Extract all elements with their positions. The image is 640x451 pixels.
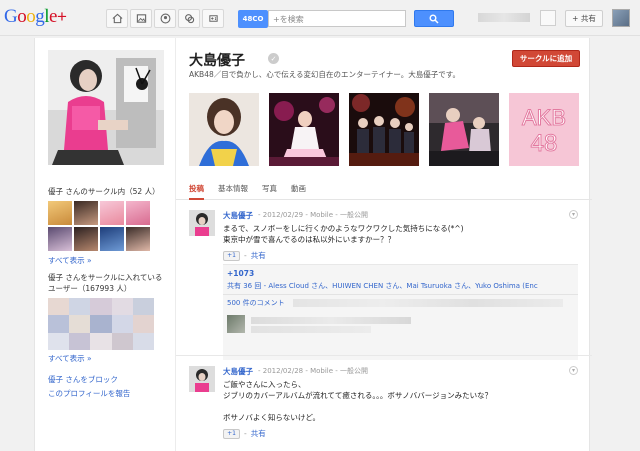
post-author-name[interactable]: 大島優子 bbox=[223, 366, 253, 377]
search-icon bbox=[429, 14, 439, 24]
commenter-avatar[interactable] bbox=[227, 315, 245, 333]
notification-badge[interactable]: 48CO bbox=[238, 10, 268, 28]
block-user-link[interactable]: 優子 さんをブロック bbox=[48, 374, 118, 385]
plus-one-button[interactable]: +1 bbox=[223, 428, 240, 439]
post-meta: - 2012/02/29 - Mobile - 一般公開 bbox=[258, 211, 369, 219]
plus-one-button[interactable]: +1 bbox=[223, 250, 240, 261]
user-avatar[interactable] bbox=[612, 9, 630, 27]
show-all-followers-link[interactable]: すべて表示 » bbox=[48, 353, 92, 364]
comment-preview-blurred bbox=[293, 299, 563, 307]
verified-check-icon: ✓ bbox=[268, 53, 279, 64]
games-icon[interactable] bbox=[202, 9, 224, 28]
search-button[interactable] bbox=[414, 10, 454, 27]
share-summary[interactable]: 共有 36 回 - Aless Cloud さん、HUIWEN CHEN さん、… bbox=[227, 281, 577, 291]
profile-sidebar: 優子 さんのサークル内（52 人） すべて表示 » 優子 さんをサークルに入れて… bbox=[35, 38, 175, 451]
notifications-button[interactable] bbox=[540, 10, 556, 26]
profile-name: 大島優子 bbox=[189, 53, 245, 69]
circle-member-avatar[interactable] bbox=[74, 227, 98, 251]
circle-member-avatar[interactable] bbox=[48, 227, 72, 251]
show-all-circles-link[interactable]: すべて表示 » bbox=[48, 255, 92, 266]
has-in-circles-title: 優子 さんをサークルに入れている bbox=[48, 273, 163, 282]
post-item: 大島優子 - 2012/02/28 - Mobile - 一般公開 ▾ ご飯やさ… bbox=[176, 366, 592, 451]
tab-posts[interactable]: 投稿 bbox=[189, 178, 204, 200]
photo-strip: AKB 48 bbox=[189, 93, 579, 166]
profile-icon[interactable] bbox=[154, 9, 176, 28]
top-bar: Google+ 48CO +を検索 + 共有 bbox=[0, 0, 640, 36]
post-author-avatar[interactable] bbox=[189, 210, 215, 236]
nav-icons bbox=[106, 9, 224, 28]
post-engagement: +1073 共有 36 回 - Aless Cloud さん、HUIWEN CH… bbox=[223, 264, 578, 360]
circle-member-avatar[interactable] bbox=[100, 201, 124, 225]
tab-about[interactable]: 基本情報 bbox=[218, 178, 248, 199]
circles-icon[interactable] bbox=[178, 9, 200, 28]
circle-member-avatar[interactable] bbox=[48, 201, 72, 225]
photos-icon[interactable] bbox=[130, 9, 152, 28]
post-actions: +1 - 共有 bbox=[223, 428, 266, 439]
photo-thumbnail[interactable]: AKB 48 bbox=[509, 93, 579, 166]
profile-tagline: AKB48／目で負かし、心で伝える変幻自在のエンターテイナー。大島優子です。 bbox=[189, 70, 461, 79]
circle-member-avatar[interactable] bbox=[126, 201, 150, 225]
in-circles-title: 優子 さんのサークル内（52 人） bbox=[48, 187, 160, 196]
circle-member-avatar[interactable] bbox=[74, 201, 98, 225]
tab-photos[interactable]: 写真 bbox=[262, 178, 277, 199]
post-meta: - 2012/02/28 - Mobile - 一般公開 bbox=[258, 367, 369, 375]
profile-photo[interactable] bbox=[48, 50, 164, 165]
comments-count[interactable]: 500 件のコメント bbox=[227, 298, 285, 308]
share-link[interactable]: 共有 bbox=[251, 250, 266, 261]
add-to-circles-button[interactable]: サークルに追加 bbox=[512, 50, 580, 67]
share-link[interactable]: 共有 bbox=[251, 428, 266, 439]
search-input[interactable]: +を検索 bbox=[268, 10, 406, 27]
tab-videos[interactable]: 動画 bbox=[291, 178, 306, 199]
svg-text:48: 48 bbox=[531, 130, 558, 157]
post-actions: +1 - 共有 bbox=[223, 250, 266, 261]
has-in-circles-count: ユーザー（167993 人） bbox=[48, 284, 132, 293]
post-text-line: ボサノバよく知らないけど。 bbox=[223, 413, 320, 422]
profile-content: 大島優子 ✓ AKB48／目で負かし、心で伝える変幻自在のエンターテイナー。大島… bbox=[175, 38, 592, 451]
svg-text:AKB: AKB bbox=[522, 105, 566, 130]
google-plus-logo[interactable]: Google+ bbox=[4, 6, 67, 28]
followers-grid-blurred bbox=[48, 298, 154, 350]
share-button[interactable]: + 共有 bbox=[565, 10, 603, 27]
photo-thumbnail[interactable] bbox=[349, 93, 419, 166]
post-text-line: ジブリのカバーアルバムが流れてて癒される。。。ボサノババージョンみたいな？ bbox=[223, 391, 493, 400]
circle-members-grid bbox=[48, 201, 150, 251]
chevron-down-icon[interactable]: ▾ bbox=[569, 210, 578, 219]
post-author-avatar[interactable] bbox=[189, 366, 215, 392]
profile-tabs: 投稿 基本情報 写真 動画 bbox=[176, 178, 592, 200]
circle-member-avatar[interactable] bbox=[100, 227, 124, 251]
home-icon[interactable] bbox=[106, 9, 128, 28]
post-author-name[interactable]: 大島優子 bbox=[223, 210, 253, 221]
post-divider bbox=[176, 355, 592, 356]
photo-thumbnail[interactable] bbox=[429, 93, 499, 166]
report-profile-link[interactable]: このプロフィールを報告 bbox=[48, 388, 130, 399]
plus-count[interactable]: +1073 bbox=[227, 269, 254, 278]
circle-member-avatar[interactable] bbox=[126, 227, 150, 251]
comment-text-blurred bbox=[251, 326, 371, 333]
chevron-down-icon[interactable]: ▾ bbox=[569, 366, 578, 375]
post-item: 大島優子 - 2012/02/29 - Mobile - 一般公開 ▾ まるで、… bbox=[176, 210, 592, 360]
user-name-blurred[interactable] bbox=[478, 13, 530, 22]
post-text-line: 東京中が雪で喜んでるのは私以外にいますかー？？ bbox=[223, 235, 396, 244]
post-text-line: ご飯やさんに入ったら、 bbox=[223, 380, 306, 389]
photo-thumbnail[interactable] bbox=[269, 93, 339, 166]
post-text-line: まるで、スノボーをしに行くかのようなワクワクした気持ちになる(*^) bbox=[223, 224, 464, 233]
comment-text-blurred bbox=[251, 317, 411, 324]
photo-thumbnail[interactable] bbox=[189, 93, 259, 166]
main-panel: 優子 さんのサークル内（52 人） すべて表示 » 優子 さんをサークルに入れて… bbox=[34, 38, 592, 451]
